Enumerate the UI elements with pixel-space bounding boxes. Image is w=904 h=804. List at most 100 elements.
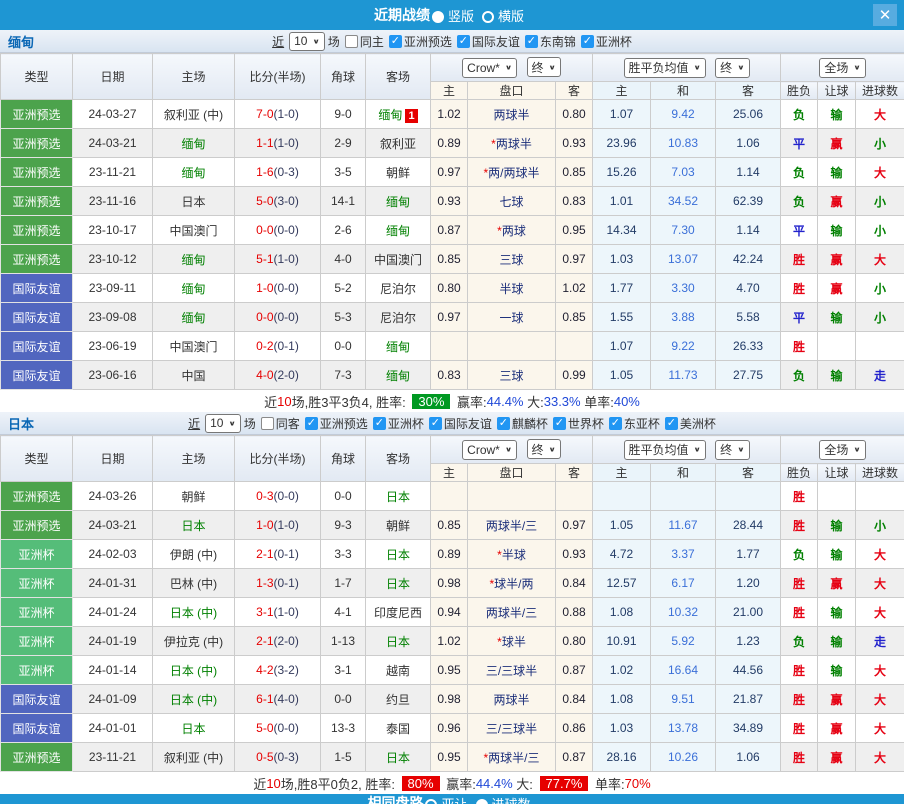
competition-checkbox[interactable]: ✓亚洲杯: [581, 33, 632, 50]
near-link[interactable]: 近: [272, 33, 284, 50]
handicap: 三球: [468, 361, 556, 390]
scope-select[interactable]: 全场∨: [819, 58, 865, 78]
result-goals: 走: [856, 361, 904, 390]
subcol-wdl: 胜负: [781, 82, 818, 100]
near-link[interactable]: 近: [188, 415, 200, 432]
same-venue-checkbox[interactable]: 同主: [345, 33, 384, 50]
away-team: 约旦: [366, 685, 431, 714]
competition-checkbox[interactable]: ✓国际友谊: [429, 415, 492, 432]
home-team: 缅甸: [153, 245, 235, 274]
competition-checkbox[interactable]: ✓麒麟杯: [497, 415, 548, 432]
home-odds: 0.95: [431, 656, 468, 685]
score-halftime: 5-1(1-0): [235, 245, 321, 274]
competition-label: 亚洲杯: [596, 33, 632, 50]
competition-checkbox[interactable]: ✓亚洲杯: [373, 415, 424, 432]
fulltime-score: 4-2: [256, 663, 273, 677]
mean-home: 23.96: [593, 129, 651, 158]
handicap-text: 两球半/三: [488, 751, 539, 765]
same-venue-label: 同主: [360, 33, 384, 50]
competition-type: 亚洲预选: [1, 158, 73, 187]
score-halftime: 5-0(3-0): [235, 187, 321, 216]
score-halftime: 3-1(1-0): [235, 598, 321, 627]
scope-select-value: 全场: [824, 59, 848, 76]
mean-home: 15.26: [593, 158, 651, 187]
result-wdl: 负: [781, 540, 818, 569]
chevron-down-icon: ∨: [505, 446, 512, 454]
same-venue-checkbox[interactable]: 同客: [261, 415, 300, 432]
competition-checkbox[interactable]: ✓美洲杯: [665, 415, 716, 432]
layout-radio-icon[interactable]: [432, 11, 444, 23]
match-count-select[interactable]: 10 ∨: [205, 414, 241, 433]
checkmark-icon: ✓: [305, 417, 318, 430]
mean-time-select[interactable]: 终∨: [715, 440, 749, 460]
handicap-text: 两球半: [493, 108, 529, 122]
filter-controls: 近 10 ∨ 场 同客 ✓亚洲预选✓亚洲杯✓国际友谊✓麒麟杯✓世界杯✓东亚杯✓美…: [188, 414, 716, 433]
odds-time-select[interactable]: 终∨: [527, 439, 561, 459]
mean-draw: 7.30: [651, 216, 716, 245]
competition-type: 亚洲预选: [1, 216, 73, 245]
result-wdl: 胜: [781, 743, 818, 772]
subcol-mean-draw: 和: [651, 464, 716, 482]
competition-checkbox[interactable]: ✓亚洲预选: [305, 415, 368, 432]
layout-radio-icon[interactable]: [482, 11, 494, 23]
result-handicap: [818, 332, 856, 361]
handicap-text: 三球: [499, 369, 523, 383]
mean-home: 1.55: [593, 303, 651, 332]
home-team: 日本 (中): [153, 598, 235, 627]
halftime-score: (1-0): [274, 136, 299, 150]
home-odds: 0.97: [431, 303, 468, 332]
competition-checkbox[interactable]: ✓亚洲预选: [389, 33, 452, 50]
score-halftime: 1-6(0-3): [235, 158, 321, 187]
mean-group-header: 胜平负均值∨ 终∨: [593, 54, 781, 82]
corners: 4-1: [321, 598, 366, 627]
corners: 14-1: [321, 187, 366, 216]
competition-checkbox[interactable]: ✓东亚杯: [609, 415, 660, 432]
scope-select[interactable]: 全场∨: [819, 440, 865, 460]
match-row: 亚洲预选24-03-26朝鲜0-3(0-0)0-0日本胜: [1, 482, 904, 511]
halftime-score: (0-1): [274, 339, 299, 353]
fulltime-score: 5-1: [256, 252, 273, 266]
fulltime-score: 5-0: [256, 721, 273, 735]
mean-time-select[interactable]: 终∨: [715, 58, 749, 78]
bookmaker-select[interactable]: Crow*∨: [462, 58, 517, 78]
result-wdl: 胜: [781, 511, 818, 540]
mean-away: 1.06: [716, 743, 781, 772]
wdl-mean-select[interactable]: 胜平负均值∨: [624, 58, 706, 78]
away-team: 缅甸: [366, 332, 431, 361]
away-team: 印度尼西: [366, 598, 431, 627]
match-row: 亚洲预选24-03-27叙利亚 (中)7-0(1-0)9-0缅甸11.02两球半…: [1, 100, 904, 129]
ranking-badge: 1: [405, 109, 417, 123]
fulltime-score: 4-0: [256, 368, 273, 382]
halftime-score: (0-0): [274, 489, 299, 503]
trend-radio-icon[interactable]: [476, 799, 488, 804]
fulltime-score: 5-0: [256, 194, 273, 208]
summary-text: 10: [277, 394, 291, 409]
competition-label: 亚洲预选: [320, 415, 368, 432]
competition-checkbox[interactable]: ✓世界杯: [553, 415, 604, 432]
wdl-mean-select[interactable]: 胜平负均值∨: [624, 440, 706, 460]
corners: 0-0: [321, 332, 366, 361]
trend-radio-icon[interactable]: [425, 799, 437, 804]
mean-away: 1.14: [716, 216, 781, 245]
bookmaker-select[interactable]: Crow*∨: [462, 440, 517, 460]
layout-radio-label: 竖版: [448, 9, 474, 24]
mean-home: 1.05: [593, 511, 651, 540]
corners: 3-5: [321, 158, 366, 187]
competition-filters: ✓亚洲预选✓亚洲杯✓国际友谊✓麒麟杯✓世界杯✓东亚杯✓美洲杯: [300, 415, 716, 432]
corners: 9-3: [321, 511, 366, 540]
handicap: *球半: [468, 627, 556, 656]
handicap: *半球: [468, 540, 556, 569]
match-date: 24-01-31: [73, 569, 153, 598]
competition-type: 国际友谊: [1, 332, 73, 361]
same-venue-label: 同客: [276, 415, 300, 432]
close-icon[interactable]: ✕: [873, 4, 897, 26]
match-count-select[interactable]: 10 ∨: [289, 32, 325, 51]
result-goals: 小: [856, 274, 904, 303]
competition-label: 国际友谊: [444, 415, 492, 432]
odds-time-select[interactable]: 终∨: [527, 57, 561, 77]
competition-checkbox[interactable]: ✓国际友谊: [457, 33, 520, 50]
home-odds: 0.89: [431, 129, 468, 158]
fulltime-score: 3-1: [256, 605, 273, 619]
competition-checkbox[interactable]: ✓东南锦: [525, 33, 576, 50]
competition-type: 国际友谊: [1, 685, 73, 714]
